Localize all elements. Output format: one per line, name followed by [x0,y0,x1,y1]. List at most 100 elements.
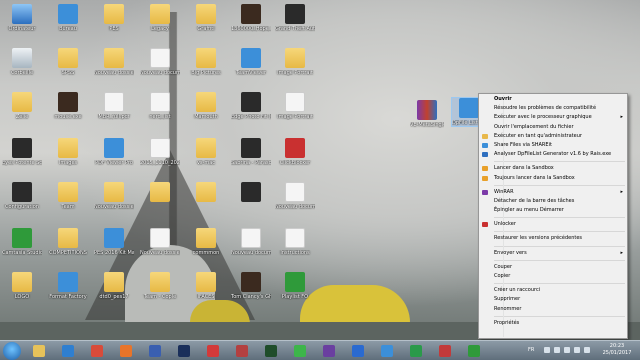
context-menu-item[interactable]: Restaurer les versions précédentes [479,234,627,243]
desktop-icon[interactable]: Instructions [275,228,315,256]
context-menu-item[interactable]: Unlocker [479,220,627,229]
desktop-icon[interactable] [140,182,180,204]
context-menu-item[interactable]: WinRAR ▸ [479,188,627,197]
camtasia-icon[interactable] [463,343,485,359]
media-player-icon[interactable] [57,343,79,359]
desktop-icon[interactable]: Sabrina - Parasoleil [231,138,271,166]
tray-icon[interactable] [554,347,560,353]
desktop-icon[interactable]: Zelie [2,92,42,120]
context-menu-item[interactable]: Couper [479,263,627,272]
desktop-icon[interactable]: Nouveau document texte [275,182,315,210]
desktop-icon[interactable]: Camtasia Studio 9 [2,228,42,256]
desktop-icon[interactable] [231,182,271,204]
desktop-icon[interactable]: commmon [186,228,226,256]
desktop-icon[interactable]: Nouveau document texte [140,48,180,76]
desktop-icon[interactable]: dtd0_pes17 [94,272,134,300]
desktop-icon[interactable]: Image Portrait [275,92,315,120]
media-icon[interactable] [144,343,166,359]
context-menu-item[interactable]: Ouvrir [479,95,627,104]
desktop-icon[interactable]: 2015_1110_2025 [140,138,180,166]
photoshop-icon[interactable] [173,343,195,359]
desktop-icon[interactable]: Edge Photo Fit (64-bit) [231,92,271,120]
terminal-icon[interactable] [260,343,282,359]
network-icon[interactable] [564,347,570,353]
desktop-icon[interactable]: LOGO [2,272,42,300]
player-icon[interactable] [231,343,253,359]
desktop-icon[interactable]: PES 2016 Kit Manager [94,228,134,256]
flag-icon[interactable] [584,347,590,353]
context-menu-item[interactable]: Exécuter avec le processeur graphique ▸ [479,113,627,122]
context-menu-item[interactable]: Résoudre les problèmes de compatibilité [479,104,627,113]
desktop-icon[interactable]: PES [94,4,134,32]
folder-icon [104,4,124,24]
desktop-icon[interactable]: Configuration [2,182,42,210]
desktop-icon[interactable]: TeamViewer [231,48,271,76]
context-menu-item[interactable]: Analyser DpFileList Generator v1.6 by Ra… [479,150,627,159]
desktop-icon[interactable]: Nouveau document texte [231,228,271,256]
context-menu-item[interactable]: Propriétés [479,319,627,328]
context-menu-item[interactable]: Copier [479,272,627,281]
media-tool-icon[interactable] [202,343,224,359]
game-icon [241,4,261,24]
desktop-icon[interactable] [186,182,226,204]
desktop-icon[interactable]: Grand Theft Auto IV [275,4,315,32]
desktop-icon[interactable]: MBR_full.pdf [94,92,134,120]
desktop-icon[interactable]: Eyes Potente Screen 2016 [2,138,42,166]
context-menu-item[interactable]: Renommer [479,305,627,314]
menu-item-label: Ouvrir l'emplacement du fichier [494,123,574,130]
desktop-icon[interactable]: Nouveau dossier (4) [94,48,134,76]
desktop-icon[interactable]: Format Factory [48,272,88,300]
tray-icon[interactable] [544,347,550,353]
desktop-icon[interactable]: Graffiti [186,4,226,32]
context-menu-item[interactable]: Envoyer vers ▸ [479,249,627,258]
desktop-icon[interactable]: IFACES [186,272,226,300]
desktop-icon[interactable]: nerd_list [140,92,180,120]
context-menu-item[interactable]: Share Files via SHAREit [479,141,627,150]
volume-icon[interactable] [574,347,580,353]
desktop-icon[interactable]: 1360000_Hope_Sign... [231,4,271,32]
firefox-icon[interactable] [115,343,137,359]
desktop-icon[interactable]: Legacy [140,4,180,32]
desktop-icon[interactable]: Mamouth [186,92,226,120]
context-menu-item[interactable]: Lancer dans la Sandbox [479,164,627,173]
chrome-icon[interactable] [86,343,108,359]
desktop-icon[interactable]: SPSS [48,48,88,76]
desktop-icon[interactable]: vs-mac [186,138,226,166]
desktop-icon[interactable]: PDF Viewer Pro [94,138,134,166]
desktop-icon[interactable]: Image Portrait [275,48,315,76]
context-menu-item[interactable]: Épingler au menu Démarrer [479,206,627,215]
context-menu-item[interactable]: Créer un raccourci [479,286,627,295]
context-menu-item[interactable]: Exécuter en tant qu'administrateur [479,132,627,141]
clock[interactable]: 20:23 25/01/2017 [602,343,632,357]
desktop-icon[interactable]: Bureau [48,4,88,32]
desktop-icon[interactable]: VE-MetaSingle IDP List - Sunrise... [410,100,444,128]
desktop-icon[interactable]: ClickBlocker [275,138,315,166]
file-icon [241,228,261,248]
desktop-icon-label: Ordinateur [8,26,36,32]
desktop-icon[interactable]: Playlist FO [275,272,315,300]
context-menu-item[interactable]: Détacher de la barre des tâches [479,197,627,206]
chat-icon[interactable] [289,343,311,359]
pes-icon[interactable] [347,343,369,359]
context-menu-item[interactable]: Ouvrir l'emplacement du fichier [479,123,627,132]
start-button[interactable] [3,342,21,360]
desktop-icon[interactable]: COMPETITIONS [48,228,88,256]
context-menu-item[interactable]: Supprimer [479,295,627,304]
app-icon[interactable] [405,343,427,359]
desktop-icon[interactable]: Nouveau dossier (2) [94,182,134,210]
desktop-icon[interactable]: Big Pictures [186,48,226,76]
desktop-icon[interactable]: Ordinateur [2,4,42,32]
video-editor-icon[interactable] [318,343,340,359]
language-indicator[interactable]: FR [528,347,534,353]
desktop-icon[interactable]: Corbeille [2,48,42,76]
desktop-icon[interactable]: Images [48,138,88,166]
desktop-icon[interactable]: Tom Clancy's Ghost Recon [231,272,271,300]
app2-icon[interactable] [434,343,456,359]
desktop-icon[interactable]: Nouveau dossier (2).zip [140,228,180,256]
desktop-icon[interactable]: Team [48,182,88,210]
desktop-icon[interactable]: mouse.exe [48,92,88,120]
desktop-icon[interactable]: Team - Cople [140,272,180,300]
tool-icon[interactable] [376,343,398,359]
explorer-icon[interactable] [28,343,50,359]
context-menu-item[interactable]: Toujours lancer dans la Sandbox [479,174,627,183]
